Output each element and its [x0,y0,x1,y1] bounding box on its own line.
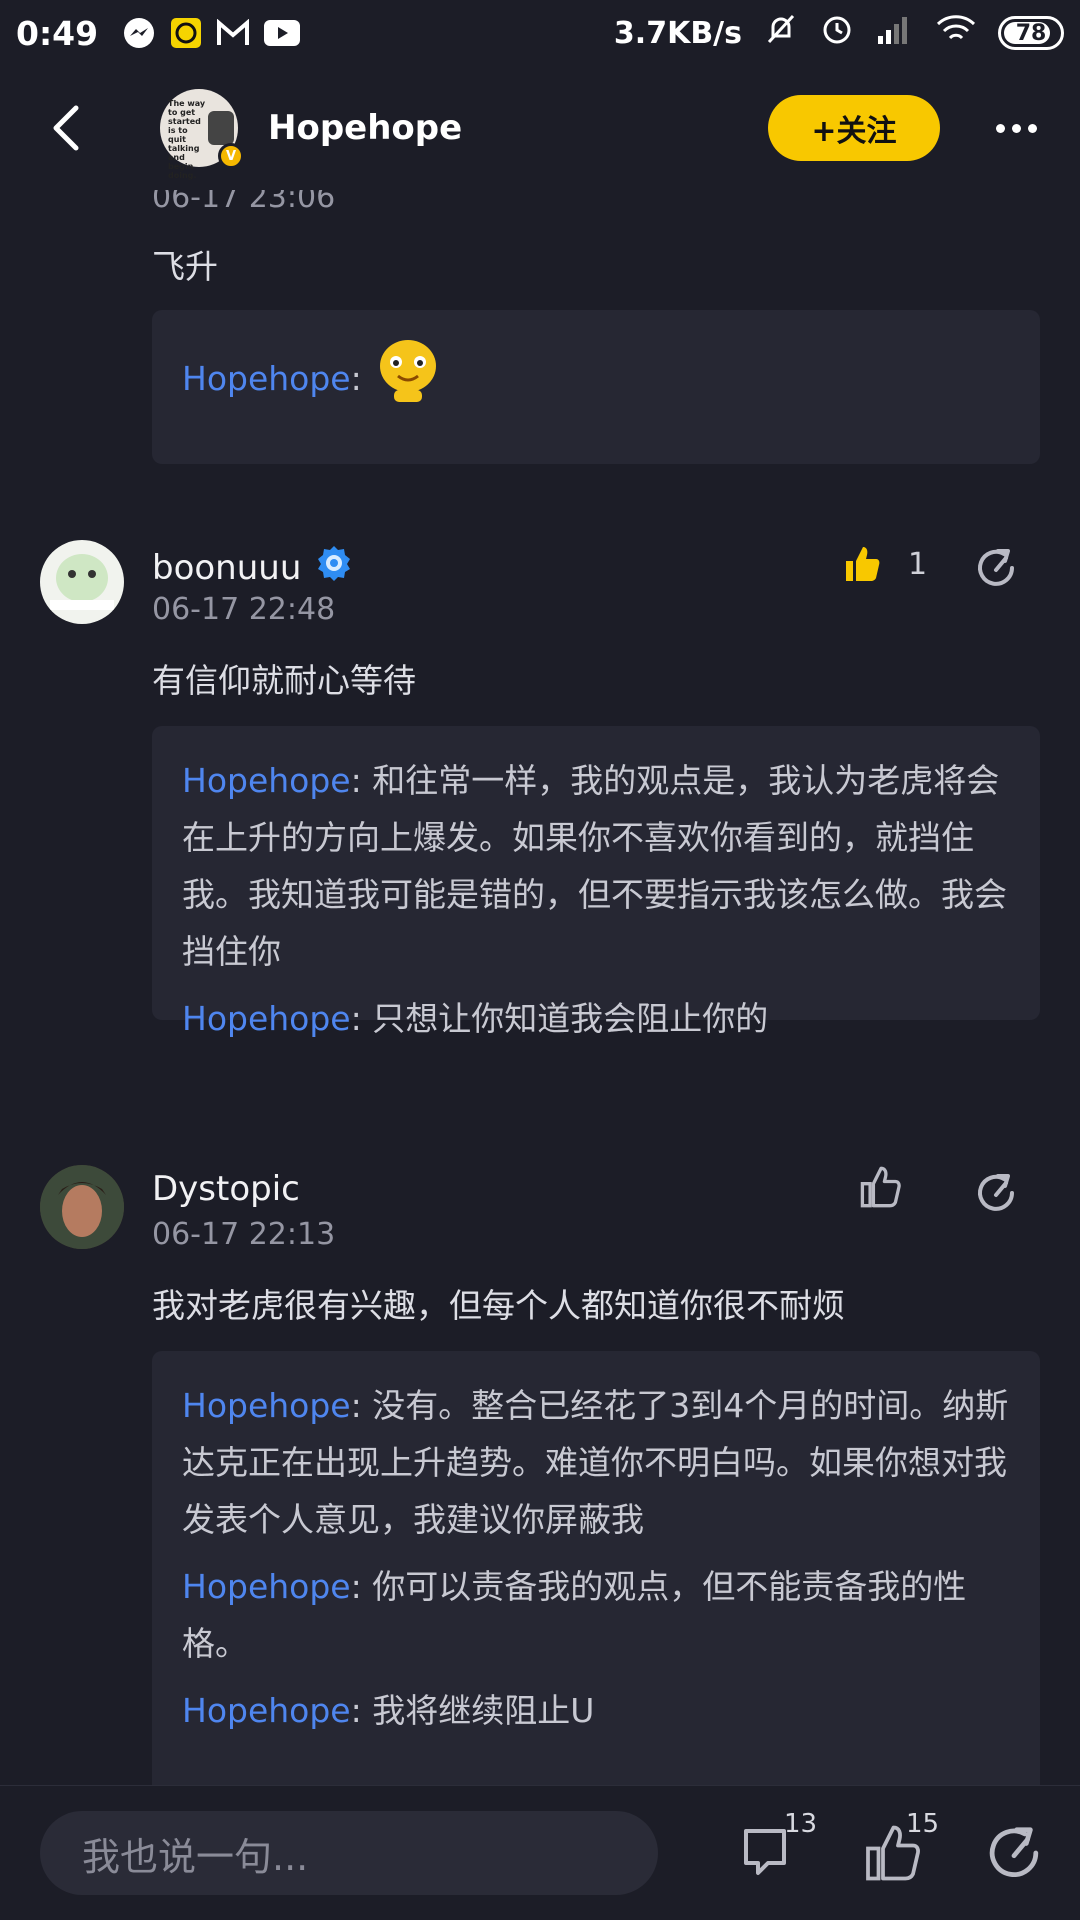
reply-separator: : [350,761,362,800]
mute-bell-icon [764,12,798,54]
avatar-image [40,1165,124,1249]
reply-text: 只想让你知道我会阻止你的 [372,999,769,1038]
avatar[interactable] [40,540,124,624]
reply-box[interactable]: Hopehope: 没有。整合已经花了3到4个月的时间。纳斯达克正在出现上升趋势… [152,1351,1040,1785]
reply-line: Hopehope: 和往常一样，我的观点是，我认为老虎将会在上升的方向上爆发。如… [182,752,1010,980]
reply-author[interactable]: Hopehope [182,1691,351,1730]
avatar-image [50,554,114,610]
back-arrow-icon [53,105,79,151]
comment-text: 飞升 [152,247,218,286]
reply-box[interactable]: Hopehope: 和往常一样，我的观点是，我认为老虎将会在上升的方向上爆发。如… [152,726,1040,1038]
like-count: 1 [908,546,928,582]
gmail-icon [216,19,250,47]
reply-line: Hopehope: 没有。整合已经花了3到4个月的时间。纳斯达克正在出现上升趋势… [182,1377,1010,1548]
avatar[interactable] [40,1165,124,1249]
status-time: 0:49 [16,13,99,53]
reply-author[interactable]: Hopehope [182,350,351,407]
wifi-icon [936,13,976,53]
reply-separator: : [350,1567,362,1606]
thumbs-up-icon [846,547,880,581]
more-options-button[interactable] [968,95,1064,161]
reply-author[interactable]: Hopehope [182,1567,351,1606]
comments-button[interactable]: 13 [730,1809,817,1893]
comment-count: 13 [784,1809,818,1839]
messenger-icon [122,16,156,50]
reply-separator: : [350,1386,362,1425]
network-speed: 3.7KB/s [613,15,742,51]
reply-separator: : [350,359,362,398]
comment-author[interactable]: Dystopic [152,1169,300,1209]
like-button[interactable] [858,1165,902,1209]
reply-line: Hopehope: 你可以责备我的观点，但不能责备我的性格。 [182,1558,1010,1672]
reply-separator: : [350,1691,362,1730]
verified-badge-icon: V [218,143,244,169]
youtube-icon [264,20,301,46]
reply-line: Hopehope: 只想让你知道我会阻止你的 [182,990,1010,1047]
avatar-camera-image [208,111,234,145]
comment-input[interactable]: 我也说一句... [40,1811,658,1895]
avatar[interactable]: The way to get started is to quit talkin… [160,89,244,180]
comment-author[interactable]: boonuuu [152,544,353,591]
signal-icon [876,14,914,52]
like-button[interactable]: 15 [852,1809,939,1893]
like-count: 15 [906,1809,940,1839]
comment-text: 我对老虎很有兴趣，但每个人都知道你很不耐烦 [152,1286,845,1325]
reply-box[interactable]: Hopehope: [152,310,1040,464]
comment-time: 06-17 22:13 [152,1217,336,1252]
battery-level: 78 [1015,20,1047,46]
reply-line: Hopehope: 我将继续阻止U [182,1682,1010,1739]
app-notification-icon [170,17,202,49]
share-icon [978,549,1014,586]
bottom-action-bar: 我也说一句... 13 15 [0,1785,1080,1920]
author-name: boonuuu [152,547,302,588]
comment-time: 06-17 22:48 [152,592,336,627]
reply-author[interactable]: Hopehope [182,999,351,1038]
avatar-quote-image: The way to get started is to quit talkin… [168,99,206,180]
reply-line: Hopehope: [182,336,1010,421]
share-icon [978,1174,1014,1211]
share-button[interactable] [968,540,1024,596]
status-bar: 0:49 3.7KB/s 78 [0,0,1080,66]
thumbs-up-icon [860,1166,901,1208]
comment-text: 有信仰就耐心等待 [152,661,416,700]
alarm-icon [820,12,854,54]
screen: 0:49 3.7KB/s 78 The way to get started i… [0,0,1080,1920]
reply-text: 我将继续阻止U [372,1691,595,1730]
share-button[interactable] [974,1813,1054,1893]
battery-indicator: 78 [998,16,1064,50]
comment-feed[interactable]: 06-17 23:06 飞升 Hopehope: boonuuu 1 06-17… [0,140,1080,1785]
share-icon [989,1827,1039,1878]
back-button[interactable] [16,78,116,178]
reply-author[interactable]: Hopehope [182,1386,351,1425]
reply-separator: : [350,999,362,1038]
reply-author[interactable]: Hopehope [182,761,351,800]
share-button[interactable] [968,1165,1024,1221]
emoji-sticker-icon [376,336,440,421]
profile-header: The way to get started is to quit talkin… [0,66,1080,190]
verified-badge-icon [315,544,353,591]
author-name: Dystopic [152,1169,300,1209]
more-icon [995,123,1005,133]
follow-button[interactable]: +关注 [768,95,940,161]
like-button[interactable]: 1 [842,544,927,584]
profile-name: Hopehope [268,108,463,148]
